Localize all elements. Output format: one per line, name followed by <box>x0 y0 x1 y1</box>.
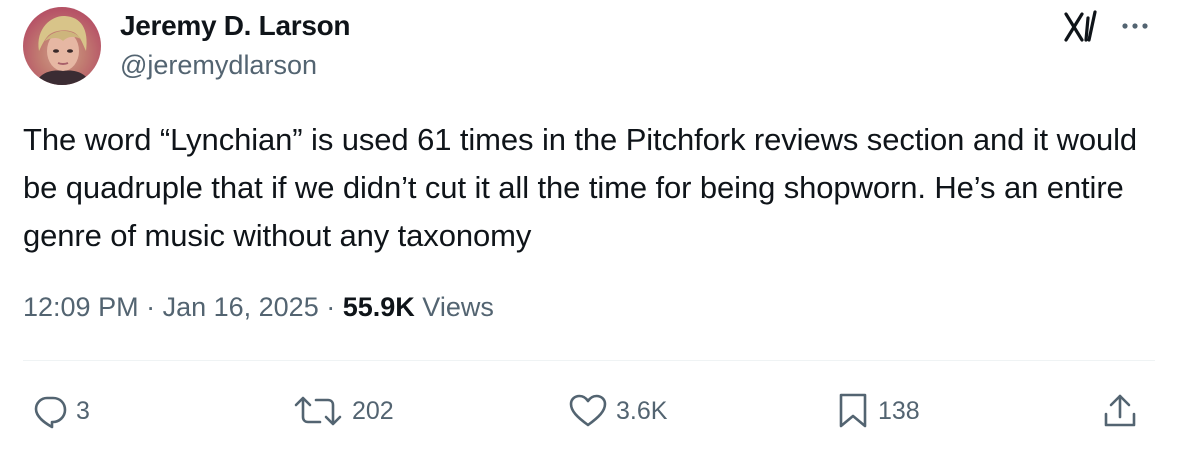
tweet-time[interactable]: 12:09 PM <box>23 292 139 322</box>
bookmark-button[interactable]: 138 <box>836 391 920 431</box>
retweet-count: 202 <box>352 396 394 425</box>
bookmark-icon <box>839 393 867 428</box>
share-button[interactable] <box>1102 391 1138 431</box>
like-icon <box>569 394 607 427</box>
meta-separator: · <box>318 292 343 322</box>
share-icon <box>1104 394 1136 427</box>
more-icon[interactable] <box>1118 16 1152 36</box>
reply-button[interactable]: 3 <box>32 391 90 431</box>
divider <box>23 360 1155 361</box>
like-count: 3.6K <box>616 396 668 425</box>
like-button[interactable]: 3.6K <box>568 391 667 431</box>
meta-separator: · <box>138 292 163 322</box>
tweet-meta: 12:09 PM · Jan 16, 2025 · 55.9K Views <box>23 292 494 323</box>
reply-icon <box>34 396 67 429</box>
retweet-button[interactable]: 202 <box>292 391 394 431</box>
avatar-portrait <box>35 15 91 85</box>
author-name[interactable]: Jeremy D. Larson <box>120 10 351 42</box>
tweet-text: The word “Lynchian” is used 61 times in … <box>23 122 1146 253</box>
tweet-date[interactable]: Jan 16, 2025 <box>163 292 319 322</box>
bookmark-count: 138 <box>878 396 920 425</box>
grok-icon[interactable] <box>1062 10 1100 44</box>
author-handle[interactable]: @jeremydlarson <box>120 50 317 81</box>
retweet-icon <box>294 396 342 426</box>
avatar[interactable] <box>23 7 101 85</box>
reply-count: 3 <box>76 396 90 425</box>
views-count: 55.9K <box>342 292 415 322</box>
views-label: Views <box>422 292 494 322</box>
